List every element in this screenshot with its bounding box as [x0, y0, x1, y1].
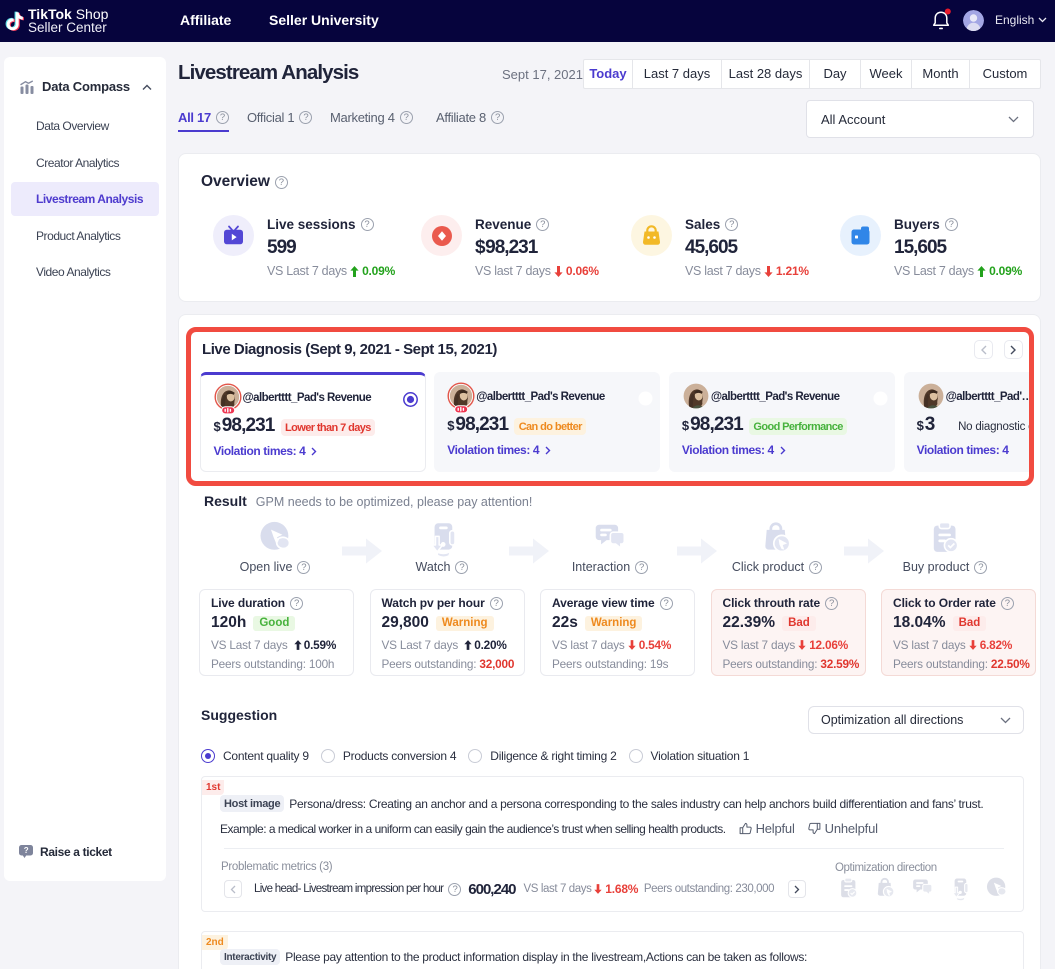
svg-text:?: ? [24, 846, 29, 855]
